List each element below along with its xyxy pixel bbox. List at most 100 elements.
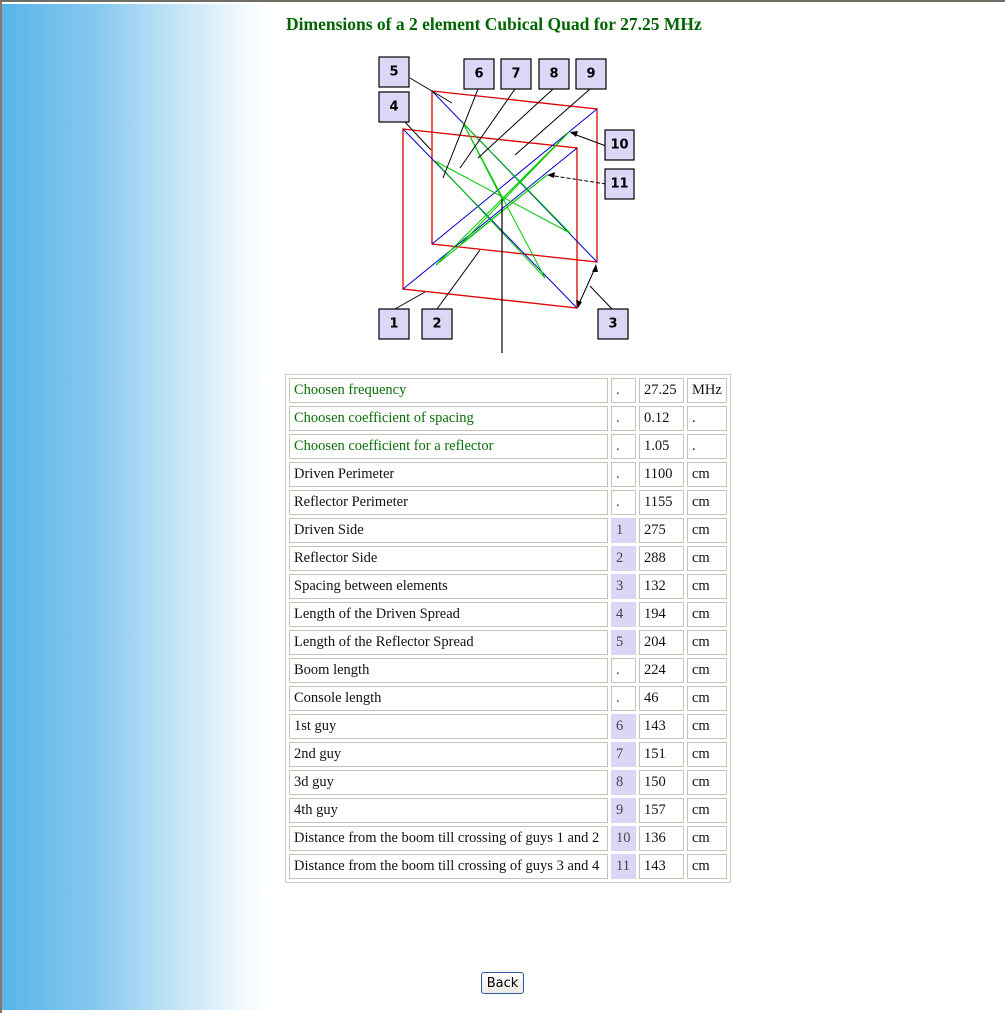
label-box-11: 11 — [604, 168, 635, 200]
row-value: 150 — [639, 770, 684, 795]
row-name: Reflector Perimeter — [289, 490, 608, 515]
row-value: 204 — [639, 630, 684, 655]
row-ref-number: 8 — [611, 770, 636, 795]
row-unit: cm — [687, 518, 727, 543]
row-value: 288 — [639, 546, 684, 571]
svg-text:9: 9 — [586, 67, 595, 82]
svg-text:10: 10 — [610, 138, 628, 153]
row-ref-number: 11 — [611, 854, 636, 879]
table-row: 4th guy 9 157 cm — [289, 798, 727, 823]
table-row: Boom length. 224 cm — [289, 658, 727, 683]
table-row: Length of the Reflector Spread 5 204 cm — [289, 630, 727, 655]
svg-text:5: 5 — [389, 65, 398, 80]
row-name: Reflector Side — [289, 546, 608, 571]
row-unit: cm — [687, 462, 727, 487]
row-name: Length of the Driven Spread — [289, 602, 608, 627]
svg-text:7: 7 — [511, 67, 520, 82]
row-value: 143 — [639, 854, 684, 879]
row-name: Choosen coefficient for a reflector — [289, 434, 608, 459]
row-value: 132 — [639, 574, 684, 599]
label-box-1: 1 — [378, 308, 410, 340]
row-ref-number: . — [611, 490, 636, 515]
row-value: 194 — [639, 602, 684, 627]
row-unit: cm — [687, 630, 727, 655]
row-name: Console length — [289, 686, 608, 711]
leader-lines — [394, 77, 613, 310]
table-row: Choosen frequency. 27.25 MHz — [289, 378, 727, 403]
row-ref-number: 5 — [611, 630, 636, 655]
row-name: Distance from the boom till crossing of … — [289, 854, 608, 879]
row-unit: cm — [687, 490, 727, 515]
row-value: 27.25 — [639, 378, 684, 403]
row-value: 1155 — [639, 490, 684, 515]
row-value: 151 — [639, 742, 684, 767]
table-row: Driven Side 1 275 cm — [289, 518, 727, 543]
row-ref-number: 1 — [611, 518, 636, 543]
row-name: Boom length — [289, 658, 608, 683]
row-unit: cm — [687, 686, 727, 711]
row-unit: cm — [687, 546, 727, 571]
row-name: 2nd guy — [289, 742, 608, 767]
label-box-2: 2 — [421, 308, 453, 340]
row-name: Choosen coefficient of spacing — [289, 406, 608, 431]
label-box-3: 3 — [597, 308, 629, 340]
row-ref-number: 9 — [611, 798, 636, 823]
label-box-6: 6 — [463, 58, 495, 90]
table-row: Choosen coefficient for a reflector. 1.05… — [289, 434, 727, 459]
table-row: Distance from the boom till crossing of … — [289, 854, 727, 879]
row-value: 136 — [639, 826, 684, 851]
label-box-8: 8 — [538, 58, 570, 90]
row-unit: cm — [687, 714, 727, 739]
row-unit: cm — [687, 658, 727, 683]
table-row: Spacing between elements 3 132 cm — [289, 574, 727, 599]
row-ref-number: . — [611, 462, 636, 487]
row-value: 224 — [639, 658, 684, 683]
quad-diagram: 1 2 3 4 5 6 7 8 9 10 11 — [378, 56, 635, 353]
table-row: Choosen coefficient of spacing. 0.12. — [289, 406, 727, 431]
row-name: Driven Perimeter — [289, 462, 608, 487]
svg-text:1: 1 — [389, 317, 398, 332]
table-row: Length of the Driven Spread 4 194 cm — [289, 602, 727, 627]
row-unit: cm — [687, 602, 727, 627]
row-unit: cm — [687, 854, 727, 879]
label-box-9: 9 — [575, 58, 607, 90]
row-value: 275 — [639, 518, 684, 543]
row-name: Length of the Reflector Spread — [289, 630, 608, 655]
table-row: Reflector Perimeter. 1155 cm — [289, 490, 727, 515]
back-button[interactable]: Back — [481, 972, 524, 994]
table-row: Console length. 46 cm — [289, 686, 727, 711]
row-name: Choosen frequency — [289, 378, 608, 403]
svg-text:8: 8 — [549, 67, 558, 82]
arrow-heads — [547, 131, 598, 308]
side-gradient — [2, 4, 270, 1010]
row-unit: cm — [687, 798, 727, 823]
row-ref-number: . — [611, 686, 636, 711]
row-ref-number: 10 — [611, 826, 636, 851]
table-row: 2nd guy 7 151 cm — [289, 742, 727, 767]
svg-text:6: 6 — [474, 67, 483, 82]
row-value: 0.12 — [639, 406, 684, 431]
row-ref-number: 4 — [611, 602, 636, 627]
svg-text:2: 2 — [432, 317, 441, 332]
table-row: 1st guy 6 143 cm — [289, 714, 727, 739]
page-title: Dimensions of a 2 element Cubical Quad f… — [286, 14, 702, 34]
row-name: Distance from the boom till crossing of … — [289, 826, 608, 851]
row-unit: cm — [687, 574, 727, 599]
row-value: 157 — [639, 798, 684, 823]
row-value: 1.05 — [639, 434, 684, 459]
label-box-5: 5 — [378, 56, 410, 88]
row-value: 1100 — [639, 462, 684, 487]
row-ref-number: . — [611, 658, 636, 683]
label-box-7: 7 — [500, 58, 532, 90]
label-box-4: 4 — [378, 91, 410, 123]
table-row: Driven Perimeter. 1100 cm — [289, 462, 727, 487]
label-box-10: 10 — [604, 129, 635, 161]
dimensions-table: Choosen frequency. 27.25 MHz Choosen coeffi… — [285, 374, 731, 883]
svg-text:11: 11 — [610, 177, 628, 192]
row-ref-number: 7 — [611, 742, 636, 767]
row-value: 143 — [639, 714, 684, 739]
row-name: Spacing between elements — [289, 574, 608, 599]
table-row: Reflector Side 2 288 cm — [289, 546, 727, 571]
row-unit: . — [687, 434, 727, 459]
row-ref-number: . — [611, 378, 636, 403]
